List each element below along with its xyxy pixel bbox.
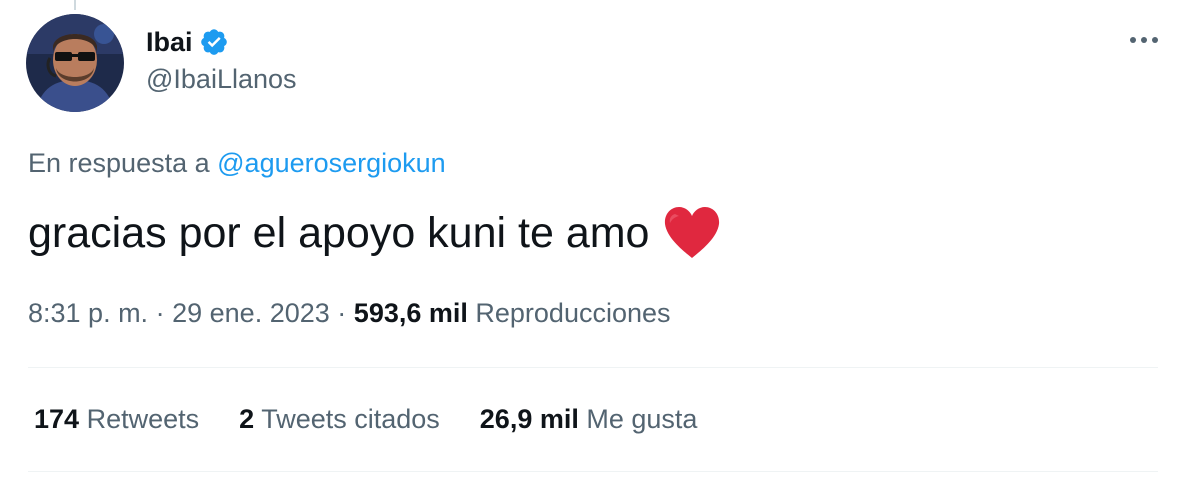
tweet-date[interactable]: 29 ene. 2023 xyxy=(172,298,330,328)
divider xyxy=(28,471,1158,472)
author-display-name[interactable]: Ibai xyxy=(146,27,193,58)
retweets-stat-link[interactable]: 174 Retweets xyxy=(34,404,199,435)
retweets-count: 174 xyxy=(34,404,80,434)
author-name-row[interactable]: Ibai xyxy=(146,24,229,60)
avatar[interactable] xyxy=(26,14,124,112)
meta-separator: · xyxy=(155,298,165,328)
reply-to-mention-link[interactable]: @aguerosergiokun xyxy=(217,148,446,178)
quote-tweets-count: 2 xyxy=(239,404,255,434)
reply-context: En respuesta a @aguerosergiokun xyxy=(28,148,446,179)
more-options-button[interactable] xyxy=(1124,20,1164,60)
likes-stat-link[interactable]: 26,9 mil Me gusta xyxy=(480,404,698,435)
quote-tweets-stat-link[interactable]: 2 Tweets citados xyxy=(239,404,440,435)
divider xyxy=(28,367,1158,368)
views-label: Reproducciones xyxy=(475,298,671,328)
likes-count: 26,9 mil xyxy=(479,404,579,434)
avatar-image xyxy=(26,14,124,112)
red-heart-emoji-icon xyxy=(665,207,720,258)
thread-connector-line xyxy=(74,0,76,10)
meta-separator: · xyxy=(337,298,347,328)
engagement-stats: 174 Retweets 2 Tweets citados 26,9 mil M… xyxy=(34,404,697,435)
reply-prefix: En respuesta a xyxy=(28,148,210,178)
verified-badge-icon xyxy=(200,29,227,55)
views-count: 593,6 mil xyxy=(353,298,468,328)
likes-label: Me gusta xyxy=(586,404,698,434)
tweet-body: gracias por el apoyo kuni te amo xyxy=(28,206,721,260)
author-handle[interactable]: @IbaiLlanos xyxy=(146,64,297,95)
tweet-text: gracias por el apoyo kuni te amo xyxy=(28,208,650,257)
quote-tweets-label: Tweets citados xyxy=(261,404,440,434)
tweet-time[interactable]: 8:31 p. m. xyxy=(28,298,148,328)
retweets-label: Retweets xyxy=(86,404,200,434)
tweet-meta: 8:31 p. m. · 29 ene. 2023 · 593,6 mil Re… xyxy=(28,298,671,329)
more-options-icon xyxy=(1130,37,1158,43)
